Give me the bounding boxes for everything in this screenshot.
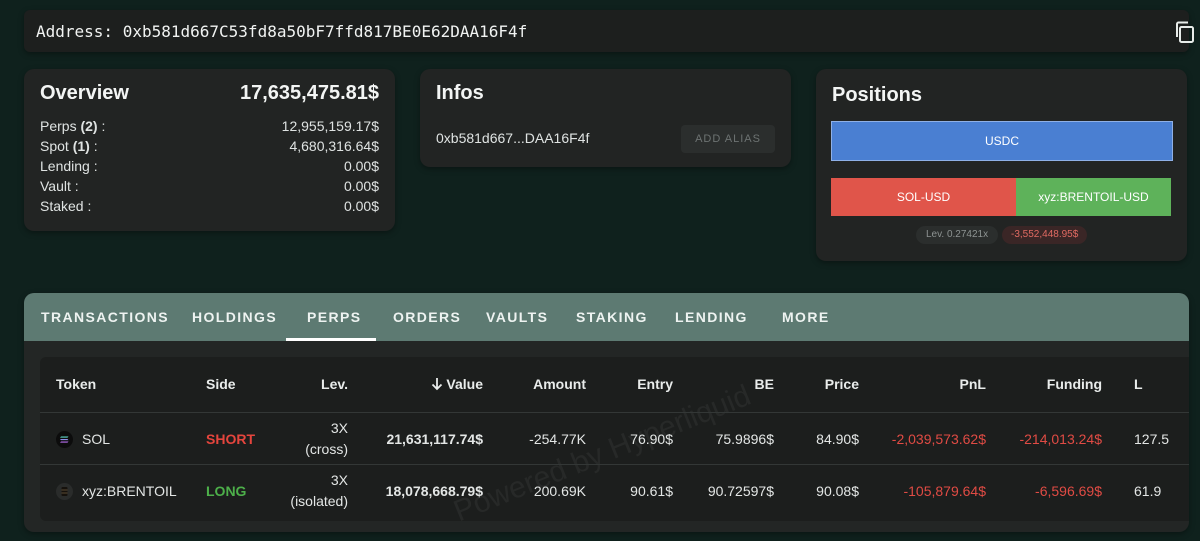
overview-title: Overview <box>40 82 129 104</box>
tab-more[interactable]: MORE <box>782 293 830 341</box>
overview-value: 0.00$ <box>343 158 379 174</box>
token-name: xyz:BRENTOIL <box>82 483 177 499</box>
overview-value: 0.00$ <box>343 198 379 214</box>
overview-count: (1) <box>72 138 90 154</box>
price-cell: 90.08$ <box>816 483 859 499</box>
side-long: LONG <box>206 483 247 499</box>
funding-cell: -6,596.69$ <box>1035 483 1102 499</box>
pnl-cell: -105,879.64$ <box>903 483 986 499</box>
leverage-cell: 3X (isolated) <box>268 470 348 512</box>
funding-cell: -214,013.24$ <box>1019 431 1102 447</box>
leverage-value: 0.27421x <box>946 229 989 240</box>
overview-label: Staked : <box>40 198 92 214</box>
column-header-value[interactable]: Value <box>383 376 483 392</box>
watermark: Powered by Hyperliquid <box>449 378 756 529</box>
overview-value: 12,955,159.17$ <box>281 118 379 134</box>
column-header-entry[interactable]: Entry <box>573 376 673 392</box>
column-header-funding[interactable]: Funding <box>1002 376 1102 392</box>
infos-card: Infos 0xb581d667...DAA16F4f ADD ALIAS <box>420 69 791 167</box>
overview-label: Vault : <box>40 178 79 194</box>
column-header-price[interactable]: Price <box>759 376 859 392</box>
position-block-brentoil[interactable]: xyz:BRENTOIL-USD <box>1016 178 1171 216</box>
leverage-cell: 3X (cross) <box>268 418 348 460</box>
row-divider <box>40 464 1189 465</box>
leverage-value: 3X <box>330 472 348 488</box>
leverage-value: 3X <box>330 420 348 436</box>
price-cell: 84.90$ <box>816 431 859 447</box>
column-header-side[interactable]: Side <box>206 376 236 392</box>
token-name: SOL <box>82 431 111 447</box>
tab-perps[interactable]: PERPS <box>307 293 361 341</box>
overview-row-lending: Lending : 0.00$ <box>40 158 379 178</box>
column-header-liq[interactable]: L <box>1134 376 1143 392</box>
liq-cell: 61.9 <box>1134 483 1162 499</box>
column-header-amount[interactable]: Amount <box>486 376 586 392</box>
overview-row-staked: Staked : 0.00$ <box>40 198 379 218</box>
amount-cell: -254.77K <box>529 431 586 447</box>
copy-icon[interactable] <box>1172 19 1198 45</box>
address-value: 0xb581d667C53fd8a50bF7ffd817BE0E62DAA16F… <box>122 22 528 41</box>
overview-label: Spot <box>40 138 73 154</box>
overview-card: Overview 17,635,475.81$ Perps (2) : 12,9… <box>24 69 395 231</box>
overview-value: 0.00$ <box>343 178 379 194</box>
pnl-badge: -3,552,448.95$ <box>1002 226 1088 244</box>
tab-holdings[interactable]: HOLDINGS <box>192 293 277 341</box>
infos-title: Infos <box>436 82 484 104</box>
tab-transactions[interactable]: TRANSACTIONS <box>41 293 169 341</box>
arrow-down-icon <box>432 378 443 391</box>
positions-title: Positions <box>832 84 923 106</box>
overview-row-spot: Spot (1) : 4,680,316.64$ <box>40 138 379 154</box>
overview-label: Perps <box>40 118 81 134</box>
sol-token-icon <box>56 431 73 448</box>
main-panel: TRANSACTIONS HOLDINGS PERPS ORDERS VAULT… <box>24 293 1189 532</box>
overview-count: (2) <box>80 118 98 134</box>
overview-total: 17,635,475.81$ <box>239 82 379 104</box>
amount-cell: 200.69K <box>533 483 586 499</box>
position-block-sol[interactable]: SOL-USD <box>831 178 1016 216</box>
tab-staking[interactable]: STAKING <box>576 293 648 341</box>
leverage-mode: (isolated) <box>290 493 348 509</box>
tab-lending[interactable]: LENDING <box>675 293 748 341</box>
address-text: Address: 0xb581d667C53fd8a50bF7ffd817BE0… <box>36 22 527 41</box>
tab-vaults[interactable]: VAULTS <box>486 293 548 341</box>
header-divider <box>40 412 1189 413</box>
leverage-badge: Lev. 0.27421x <box>916 226 999 244</box>
value-cell: 21,631,117.74$ <box>386 431 483 447</box>
address-label: Address: <box>36 22 114 41</box>
pnl-cell: -2,039,573.62$ <box>891 431 986 447</box>
side-short: SHORT <box>206 431 255 447</box>
entry-cell: 90.61$ <box>630 483 673 499</box>
column-header-lev[interactable]: Lev. <box>268 376 348 392</box>
oil-barrel-icon <box>56 483 73 500</box>
leverage-label: Lev. <box>926 229 945 240</box>
position-block-usdc[interactable]: USDC <box>831 121 1173 161</box>
tab-bar: TRANSACTIONS HOLDINGS PERPS ORDERS VAULT… <box>24 293 1189 341</box>
tab-orders[interactable]: ORDERS <box>393 293 461 341</box>
entry-cell: 76.90$ <box>630 431 673 447</box>
address-bar: Address: 0xb581d667C53fd8a50bF7ffd817BE0… <box>24 10 1194 52</box>
positions-card: Positions USDC SOL-USD xyz:BRENTOIL-USD … <box>816 69 1187 261</box>
overview-row-vault: Vault : 0.00$ <box>40 178 379 198</box>
column-header-token[interactable]: Token <box>56 376 96 392</box>
active-tab-indicator <box>286 338 376 341</box>
column-header-pnl[interactable]: PnL <box>886 376 986 392</box>
perps-table: Powered by Hyperliquid Token Side Lev. V… <box>40 357 1189 528</box>
overview-label: Lending : <box>40 158 98 174</box>
liq-cell: 127.5 <box>1134 431 1170 447</box>
leverage-mode: (cross) <box>305 441 348 457</box>
add-alias-button[interactable]: ADD ALIAS <box>681 125 775 153</box>
overview-value: 4,680,316.64$ <box>289 138 379 154</box>
infos-address: 0xb581d667...DAA16F4f <box>436 130 590 146</box>
column-header-value-label: Value <box>446 376 483 392</box>
value-cell: 18,078,668.79$ <box>385 483 483 499</box>
overview-row-perps: Perps (2) : 12,955,159.17$ <box>40 118 379 134</box>
